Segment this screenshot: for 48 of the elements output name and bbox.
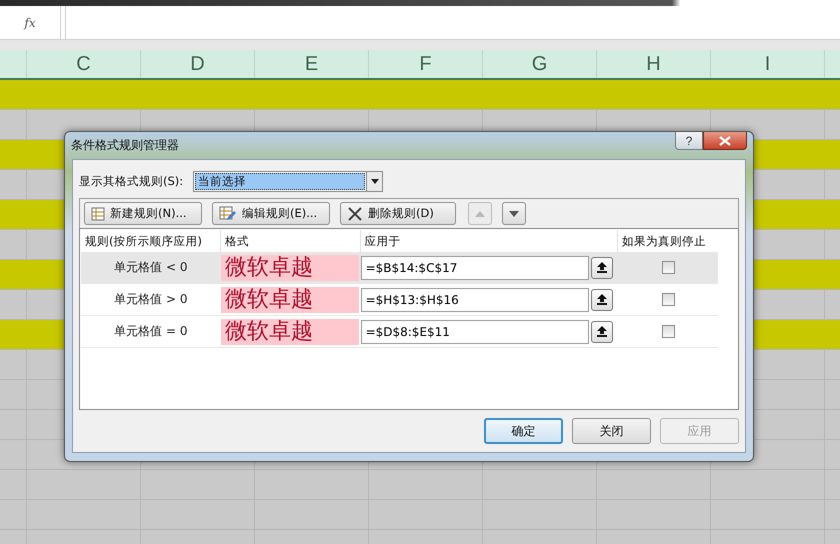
column-header[interactable]: F (369, 50, 483, 78)
close-icon (719, 136, 731, 146)
format-preview: 微软卓越 (220, 318, 359, 344)
close-button[interactable] (703, 132, 747, 150)
format-preview: 微软卓越 (220, 254, 359, 280)
checkbox[interactable] (662, 293, 675, 306)
column-header[interactable]: C (27, 50, 141, 78)
selected-row[interactable]: 单元格值 < 0 微软卓越 =$B$14:$C$17 (81, 252, 718, 284)
dialog-button[interactable]: 关闭 (572, 418, 651, 444)
table-icon (91, 206, 105, 220)
edit-rule-button[interactable]: 编辑规则(E)... (212, 202, 330, 225)
applies-to-field[interactable]: =$B$14:$C$17 (360, 256, 589, 280)
table-pencil-icon (219, 206, 237, 222)
show-rules-label: 显示其格式规则(S): (79, 174, 184, 188)
new-rule-button[interactable]: 新建规则(N)... (84, 202, 202, 225)
rule-text: 单元格值 = 0 (114, 323, 188, 340)
column-header[interactable]: G (483, 50, 597, 78)
window-title: 条件格式规则管理器 (71, 137, 179, 154)
rule-row[interactable]: 单元格值 = 0 微软卓越 =$D$8:$E$11 (81, 316, 718, 348)
upload-arrow-icon (596, 262, 607, 273)
range-select-button[interactable] (590, 320, 613, 342)
rule-row[interactable]: 单元格值 > 0 微软卓越 =$H$13:$H$16 (81, 284, 718, 316)
rule-text: 单元格值 > 0 (114, 291, 188, 308)
format-preview: 微软卓越 (220, 286, 359, 312)
rule-text: 单元格值 < 0 (114, 259, 188, 276)
upload-arrow-icon (596, 294, 607, 305)
upload-arrow-icon (596, 326, 607, 337)
dialog-button[interactable]: 确定 (484, 418, 563, 444)
column-header[interactable]: I (711, 50, 825, 78)
checkbox[interactable] (662, 261, 675, 274)
show-rules-dropdown[interactable]: 当前选择 (193, 170, 384, 192)
move-down-button[interactable] (502, 202, 526, 225)
column-header[interactable]: H (597, 50, 711, 78)
up-arrow-icon (475, 210, 485, 216)
column-header: 如果为真则停止 (621, 232, 708, 250)
checkbox[interactable] (662, 325, 675, 338)
insert-function-button[interactable]: fx (24, 16, 36, 30)
help-button[interactable]: ? (675, 132, 703, 150)
caret-icon (370, 178, 379, 184)
applies-to-field[interactable]: =$H$13:$H$16 (360, 288, 589, 312)
delete-rule-button[interactable]: 删除规则(D) (340, 202, 456, 225)
down-arrow-icon (509, 210, 519, 216)
column-header[interactable]: D (141, 50, 255, 78)
range-select-button[interactable] (590, 256, 613, 278)
applies-to-field[interactable]: =$D$8:$E$11 (360, 320, 589, 344)
column-header[interactable]: E (255, 50, 369, 78)
range-select-button[interactable] (590, 288, 613, 310)
close-icon (347, 206, 363, 222)
